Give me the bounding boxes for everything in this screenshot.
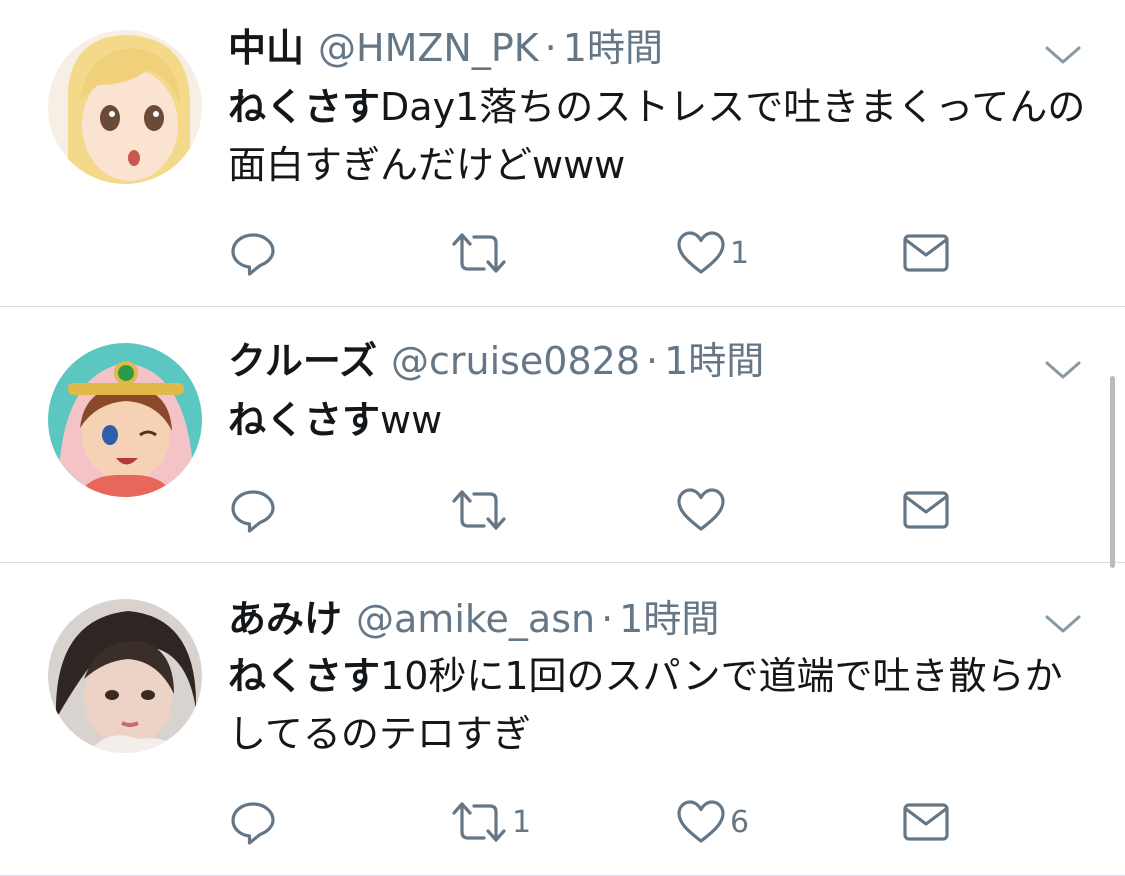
tweet[interactable]: 中山 @HMZN_PK · 1時間 ねくさすDay1落ちのストレスで吐きまくってんの面… [0, 0, 1125, 306]
mention-link[interactable]: ねくさす [228, 85, 380, 129]
chevron-down-icon[interactable] [1044, 613, 1082, 635]
retweet-count: 1 [512, 804, 532, 840]
reply-icon [230, 230, 276, 276]
reply-icon [230, 799, 276, 845]
tweet-text: ねくさすww [228, 391, 1088, 449]
mention-link[interactable]: ねくさす [228, 398, 380, 442]
tweet-header: あみけ @amike_asn · 1時間 [228, 593, 719, 645]
separator-dot: · [544, 26, 557, 70]
direct-message-button[interactable] [902, 797, 950, 847]
display-name[interactable]: あみけ [228, 597, 342, 641]
user-handle[interactable]: @HMZN_PK [318, 26, 539, 70]
reply-button[interactable] [230, 228, 280, 278]
like-count: 6 [730, 804, 750, 840]
separator-dot: · [601, 597, 614, 641]
reply-icon [230, 487, 276, 533]
display-name[interactable]: クルーズ [228, 339, 377, 383]
envelope-icon [902, 490, 950, 530]
photo-girl-dark-hair-avatar-icon [48, 599, 202, 753]
heart-icon [676, 799, 726, 845]
retweet-button[interactable]: 1 [450, 797, 531, 847]
heart-icon [676, 487, 726, 533]
tweet-header: 中山 @HMZN_PK · 1時間 [228, 22, 663, 74]
timestamp[interactable]: 1時間 [664, 339, 764, 383]
tweet-actions: 1 [0, 228, 1125, 278]
tweet-body-text: ww [380, 398, 443, 442]
direct-message-button[interactable] [902, 485, 950, 535]
anime-girl-blonde-avatar-icon [48, 30, 202, 184]
avatar[interactable] [48, 343, 202, 497]
tweet-text: ねくさす10秒に1回のスパンで道端で吐き散らかしてるのテロすぎ [228, 647, 1088, 763]
retweet-button[interactable] [450, 228, 512, 278]
envelope-icon [902, 802, 950, 842]
like-count: 1 [730, 235, 750, 271]
timestamp[interactable]: 1時間 [619, 597, 719, 641]
chevron-down-icon[interactable] [1044, 44, 1082, 66]
tweet-header: クルーズ @cruise0828 · 1時間 [228, 335, 764, 387]
like-button[interactable]: 6 [676, 797, 749, 847]
tweet[interactable]: あみけ @amike_asn · 1時間 ねくさす10秒に1回のスパンで道端で吐き散ら… [0, 563, 1125, 876]
reply-button[interactable] [230, 797, 280, 847]
tweet-text: ねくさすDay1落ちのストレスで吐きまくってんの面白すぎんだけどwww [228, 78, 1088, 194]
chevron-down-icon[interactable] [1044, 359, 1082, 381]
like-button[interactable]: 1 [676, 228, 749, 278]
separator-dot: · [646, 339, 659, 383]
user-handle[interactable]: @amike_asn [356, 597, 595, 641]
timestamp[interactable]: 1時間 [563, 26, 663, 70]
tweet[interactable]: クルーズ @cruise0828 · 1時間 ねくさすww [0, 307, 1125, 562]
heart-icon [676, 230, 726, 276]
mention-link[interactable]: ねくさす [228, 654, 380, 698]
scrollbar[interactable] [1110, 376, 1115, 568]
like-button[interactable] [676, 485, 730, 535]
retweet-icon [450, 230, 508, 276]
tweet-actions [0, 485, 1125, 535]
tweet-actions: 1 6 [0, 797, 1125, 847]
envelope-icon [902, 233, 950, 273]
retweet-button[interactable] [450, 485, 512, 535]
reply-button[interactable] [230, 485, 280, 535]
retweet-icon [450, 799, 508, 845]
user-handle[interactable]: @cruise0828 [391, 339, 640, 383]
retweet-icon [450, 487, 508, 533]
avatar[interactable] [48, 30, 202, 184]
avatar[interactable] [48, 599, 202, 753]
direct-message-button[interactable] [902, 228, 950, 278]
display-name[interactable]: 中山 [228, 26, 304, 70]
anime-girl-pink-hood-avatar-icon [48, 343, 202, 497]
